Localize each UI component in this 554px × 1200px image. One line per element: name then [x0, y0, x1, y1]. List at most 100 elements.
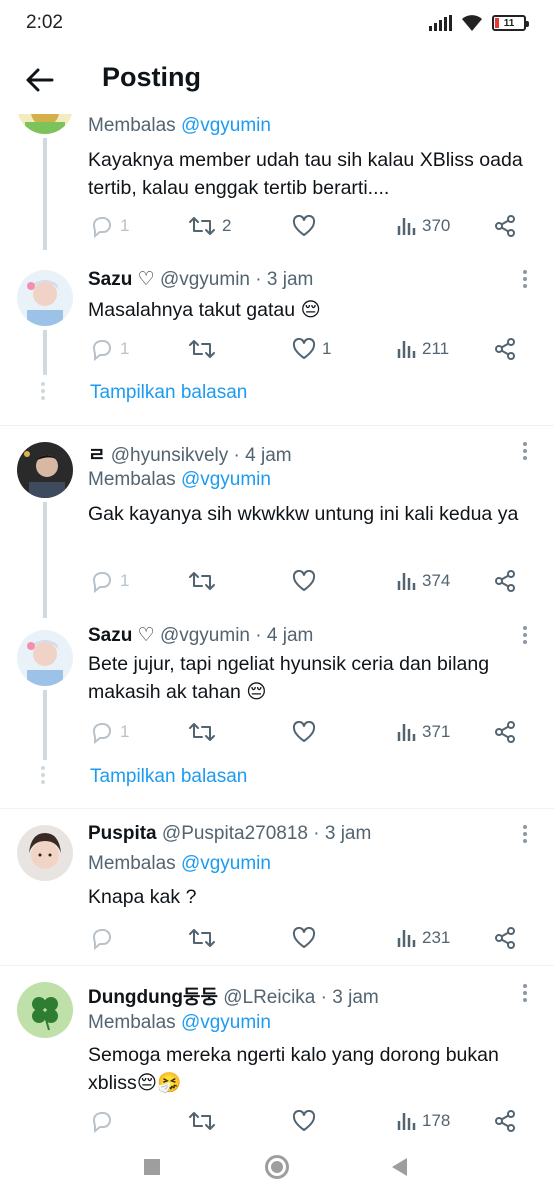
share-icon: [495, 570, 515, 592]
reply-count: 1: [120, 722, 130, 741]
views-icon: [397, 930, 416, 947]
replying-handle-link[interactable]: @vgyumin: [181, 469, 271, 490]
back-arrow-icon[interactable]: [24, 64, 56, 96]
display-name[interactable]: ㄹ: [88, 445, 105, 466]
reply-button[interactable]: 1: [90, 211, 129, 241]
show-replies-link[interactable]: Tampilkan balasan: [90, 766, 247, 788]
avatar[interactable]: [17, 825, 73, 881]
reply-item[interactable]: Dungdung둥둥 @LReicika · 3 jam Membalas @v…: [0, 966, 554, 1134]
reply-meta: Sazu ♡ @vgyumin · 4 jam: [88, 624, 313, 647]
show-replies-link[interactable]: Tampilkan balasan: [90, 382, 247, 404]
share-icon: [495, 927, 515, 949]
system-back-button[interactable]: [392, 1158, 407, 1176]
views-icon: [397, 341, 416, 358]
thread-line: [43, 330, 47, 375]
replying-handle-link[interactable]: @vgyumin: [181, 115, 271, 136]
display-name[interactable]: Sazu ♡: [88, 625, 155, 646]
user-handle[interactable]: @hyunsikvely: [111, 445, 229, 466]
share-button[interactable]: [494, 1106, 516, 1136]
views-button[interactable]: 370: [396, 211, 450, 241]
reply-icon: [92, 929, 112, 950]
like-button[interactable]: 1: [292, 334, 331, 364]
more-icon[interactable]: [518, 626, 532, 646]
share-button[interactable]: [494, 717, 516, 747]
user-handle[interactable]: @vgyumin: [160, 269, 250, 290]
views-icon: [397, 573, 416, 590]
tweet-text: Gak kayanya sih wkwkkw untung ini kali k…: [88, 503, 519, 525]
tweet-text: Bete jujur, tapi ngeliat hyunsik ceria d…: [88, 653, 490, 703]
recents-button[interactable]: [144, 1159, 160, 1175]
like-icon: [292, 1110, 316, 1131]
more-icon[interactable]: [518, 442, 532, 462]
user-handle[interactable]: @vgyumin: [160, 625, 250, 646]
like-button[interactable]: [292, 1106, 322, 1136]
like-button[interactable]: [292, 211, 322, 241]
views-button[interactable]: 374: [396, 566, 450, 596]
display-name[interactable]: Puspita: [88, 823, 157, 844]
tweet-text: Kayaknya member udah tau sih kalau XBlis…: [88, 149, 523, 199]
reply-icon: [92, 340, 112, 361]
retweet-button[interactable]: [188, 717, 222, 747]
reply-meta: ㄹ @hyunsikvely · 4 jam: [88, 440, 292, 467]
user-handle[interactable]: @Puspita270818: [162, 823, 308, 844]
reply-item[interactable]: Sazu ♡ @vgyumin · 3 jam Masalahnya takut…: [0, 250, 554, 425]
reply-item[interactable]: ㄹ @hyunsikvely · 4 jam Membalas @vgyumin…: [0, 426, 554, 618]
display-name[interactable]: Dungdung둥둥: [88, 987, 218, 1008]
reply-meta: Puspita @Puspita270818 · 3 jam: [88, 823, 371, 845]
views-icon: [397, 218, 416, 235]
display-name[interactable]: Sazu ♡: [88, 269, 155, 290]
like-icon: [292, 927, 316, 948]
retweet-button[interactable]: [188, 1106, 222, 1136]
replying-handle-link[interactable]: @vgyumin: [181, 853, 271, 874]
share-icon: [495, 721, 515, 743]
share-button[interactable]: [494, 566, 516, 596]
retweet-icon: [189, 572, 215, 590]
reply-button[interactable]: 1: [90, 566, 129, 596]
thread-dots: [41, 382, 47, 403]
thread-line: [43, 138, 47, 250]
more-icon[interactable]: [518, 270, 532, 290]
views-count: 370: [422, 216, 451, 235]
reply-button[interactable]: 1: [90, 334, 129, 364]
replying-to: Membalas @vgyumin: [88, 853, 271, 874]
like-button[interactable]: [292, 923, 322, 953]
more-icon[interactable]: [518, 984, 532, 1004]
retweet-button[interactable]: [188, 923, 222, 953]
retweet-button[interactable]: 2: [188, 211, 231, 241]
replying-handle-link[interactable]: @vgyumin: [181, 1012, 271, 1033]
page-title: Posting: [102, 62, 201, 92]
avatar[interactable]: [17, 270, 73, 326]
action-bar: 1 1 211: [88, 334, 528, 364]
views-button[interactable]: 211: [396, 334, 449, 364]
reply-item[interactable]: Membalas @vgyumin Kayaknya member udah t…: [0, 0, 554, 250]
timestamp: · 4 jam: [255, 625, 314, 646]
share-button[interactable]: [494, 334, 516, 364]
reply-count: 1: [120, 339, 130, 358]
reply-icon: [92, 217, 112, 238]
reply-button[interactable]: [90, 923, 120, 953]
views-button[interactable]: 231: [396, 923, 450, 953]
reply-button[interactable]: [90, 1106, 120, 1136]
home-button[interactable]: [265, 1155, 289, 1179]
views-button[interactable]: 178: [396, 1106, 450, 1136]
avatar[interactable]: [17, 630, 73, 686]
avatar[interactable]: [17, 982, 73, 1038]
views-button[interactable]: 371: [396, 717, 450, 747]
avatar[interactable]: [17, 442, 73, 498]
user-handle[interactable]: @LReicika: [223, 987, 315, 1008]
replying-to: Membalas @vgyumin: [88, 469, 271, 490]
reply-meta: Sazu ♡ @vgyumin · 3 jam: [88, 268, 313, 291]
retweet-button[interactable]: [188, 566, 222, 596]
reply-item[interactable]: Sazu ♡ @vgyumin · 4 jam Bete jujur, tapi…: [0, 618, 554, 808]
share-button[interactable]: [494, 211, 516, 241]
like-button[interactable]: [292, 566, 322, 596]
like-icon: [292, 215, 316, 236]
more-icon[interactable]: [518, 825, 532, 845]
share-button[interactable]: [494, 923, 516, 953]
retweet-icon: [189, 217, 215, 235]
like-button[interactable]: [292, 717, 322, 747]
reply-item[interactable]: Puspita @Puspita270818 · 3 jam Membalas …: [0, 809, 554, 965]
retweet-button[interactable]: [188, 334, 222, 364]
reply-button[interactable]: 1: [90, 717, 129, 747]
reply-count: 1: [120, 216, 130, 235]
